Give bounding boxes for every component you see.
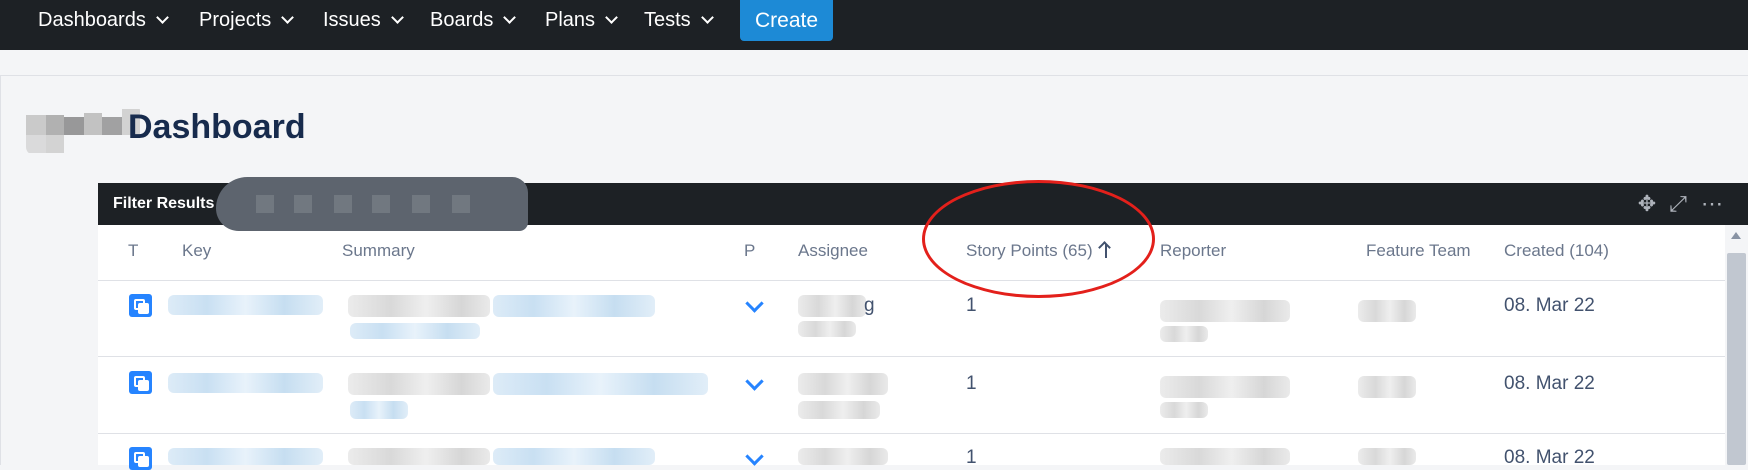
created-date: 08. Mar 22 [1504, 447, 1595, 468]
obscured-feature-team [1358, 300, 1416, 322]
nav-tests-label: Tests [644, 9, 691, 31]
nav-projects[interactable]: Projects [199, 0, 295, 41]
story-points-value: 1 [966, 447, 977, 468]
obscured-assignee [798, 448, 888, 465]
obscured-feature-team [1358, 448, 1416, 465]
nav-dashboards-label: Dashboards [38, 9, 146, 31]
gadget-header: Filter Results ✥ ⤢ ⋯ [98, 177, 1748, 231]
obscured-summary [348, 295, 490, 317]
row-divider [98, 356, 1725, 357]
top-navigation: Dashboards Projects Issues Boards Plans … [0, 0, 1748, 50]
obscured-key[interactable] [168, 373, 323, 393]
chevron-down-icon [700, 11, 714, 24]
move-icon[interactable]: ✥ [1633, 190, 1661, 218]
story-points-value: 1 [966, 295, 977, 316]
red-annotation-circle [922, 180, 1155, 298]
obscured-feature-team [1358, 376, 1416, 398]
obscured-logo [26, 103, 140, 155]
chevron-down-icon [281, 11, 295, 24]
obscured-assignee [798, 295, 866, 317]
obscured-summary-line2 [350, 323, 480, 339]
nav-issues-label: Issues [323, 9, 381, 31]
page-title: Dashboard [128, 108, 306, 146]
chevron-down-icon [605, 11, 618, 24]
column-header-type[interactable]: T [128, 241, 138, 261]
left-divider [0, 76, 1, 465]
filter-results-gadget: Filter Results ✥ ⤢ ⋯ T Key Summary P Ass… [98, 177, 1748, 470]
obscured-filter-name [216, 177, 528, 231]
column-header-summary[interactable]: Summary [342, 241, 415, 261]
row-divider [98, 433, 1725, 434]
obscured-reporter [1160, 448, 1290, 465]
obscured-summary-line2 [350, 401, 408, 419]
nav-plans-label: Plans [545, 9, 596, 31]
obscured-assignee-line2 [798, 401, 880, 419]
expand-icon[interactable]: ⤢ [1664, 190, 1692, 218]
obscured-summary [348, 373, 490, 395]
obscured-reporter-line2 [1160, 402, 1208, 418]
obscured-summary-link[interactable] [493, 373, 708, 395]
column-header-priority[interactable]: P [744, 241, 755, 261]
scroll-up-arrow-icon[interactable] [1731, 232, 1741, 239]
scrollbar-thumb[interactable] [1727, 253, 1746, 465]
divider [0, 75, 1748, 76]
assignee-fragment: g [864, 295, 875, 316]
column-header-created[interactable]: Created (104) [1504, 241, 1609, 261]
obscured-key[interactable] [168, 448, 323, 465]
obscured-key[interactable] [168, 295, 323, 315]
chevron-down-icon [503, 11, 517, 24]
more-icon[interactable]: ⋯ [1698, 190, 1726, 218]
obscured-summary-link[interactable] [493, 295, 655, 317]
create-button[interactable]: Create [740, 0, 833, 41]
created-date: 08. Mar 22 [1504, 295, 1595, 316]
obscured-reporter-line2 [1160, 326, 1208, 342]
nav-boards[interactable]: Boards [430, 0, 517, 41]
nav-plans[interactable]: Plans [545, 0, 618, 41]
obscured-summary [348, 448, 490, 465]
obscured-assignee [798, 373, 888, 395]
column-header-assignee[interactable]: Assignee [798, 241, 868, 261]
story-points-value: 1 [966, 373, 977, 394]
nav-issues[interactable]: Issues [323, 0, 404, 41]
nav-projects-label: Projects [199, 9, 272, 31]
task-type-icon [129, 294, 152, 317]
column-header-feature-team[interactable]: Feature Team [1366, 241, 1471, 261]
obscured-reporter [1160, 300, 1290, 322]
nav-dashboards[interactable]: Dashboards [38, 0, 169, 41]
column-header-reporter[interactable]: Reporter [1160, 241, 1226, 261]
gadget-title: Filter Results [113, 195, 215, 212]
nav-boards-label: Boards [430, 9, 494, 31]
column-header-key[interactable]: Key [182, 241, 211, 261]
obscured-assignee-line2 [798, 321, 856, 337]
row-divider [98, 280, 1725, 281]
created-date: 08. Mar 22 [1504, 373, 1595, 394]
obscured-reporter [1160, 376, 1290, 398]
nav-tests[interactable]: Tests [644, 0, 714, 41]
obscured-summary-link[interactable] [493, 448, 655, 465]
chevron-down-icon [390, 11, 404, 24]
task-type-icon [129, 371, 152, 394]
chevron-down-icon [155, 11, 169, 24]
task-type-icon [129, 447, 152, 470]
